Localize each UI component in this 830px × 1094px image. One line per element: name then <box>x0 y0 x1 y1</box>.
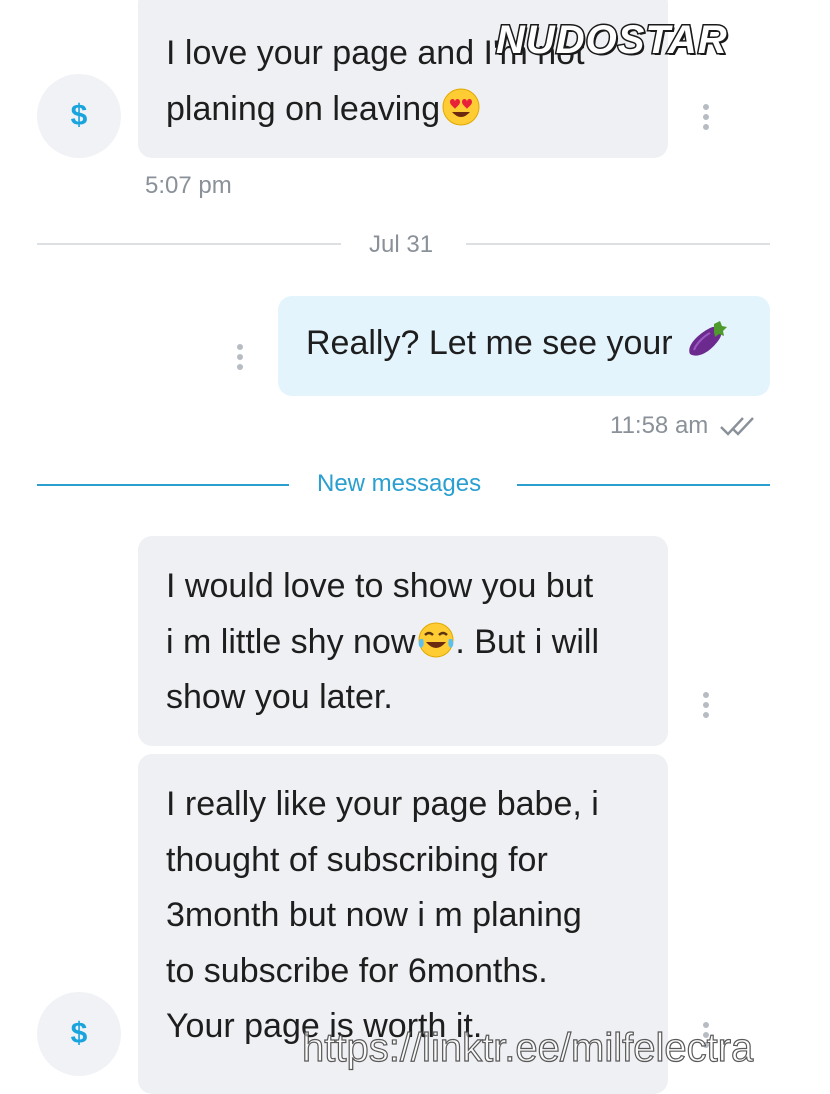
more-vert-icon <box>237 344 243 350</box>
heart-eyes-emoji <box>442 88 480 125</box>
message-options-button[interactable] <box>702 104 710 132</box>
dollar-avatar-icon: $ <box>70 1017 88 1050</box>
new-messages-divider-label: New messages <box>317 470 482 497</box>
message-options-button[interactable] <box>236 344 244 372</box>
message-text-line: 3month but now i m planing <box>166 896 582 934</box>
watermark-url: https://linktr.ee/milfelectra <box>301 1025 754 1070</box>
new-messages-divider-line <box>37 484 289 486</box>
more-vert-icon <box>703 692 709 698</box>
message-timestamp: 5:07 pm <box>145 172 232 199</box>
tears-of-joy-emoji <box>418 622 454 657</box>
more-vert-icon <box>703 104 709 110</box>
message-text-line: Really? Let me see your <box>306 316 770 372</box>
message-timestamp: 11:58 am <box>610 412 761 440</box>
sender-avatar[interactable]: $ <box>37 992 121 1076</box>
message-bubble-incoming[interactable]: I would love to show you but i m little … <box>138 536 668 746</box>
message-bubble-outgoing[interactable]: Really? Let me see your <box>278 296 770 396</box>
new-messages-divider-line <box>517 484 770 486</box>
message-text-line: I really like your page babe, i <box>166 785 599 823</box>
message-text-line: i m little shy now. But i will <box>166 622 599 661</box>
date-divider-line <box>37 243 341 245</box>
message-options-button[interactable] <box>702 692 710 720</box>
message-text-line: I would love to show you but <box>166 567 594 605</box>
date-divider-label: Jul 31 <box>369 231 434 258</box>
date-divider-line <box>466 243 770 245</box>
watermark-logo: NUDOSTAR <box>495 17 729 64</box>
eggplant-emoji <box>689 321 728 356</box>
message-text-line: show you later. <box>166 678 393 716</box>
dollar-avatar-icon: $ <box>70 99 88 132</box>
sender-avatar[interactable]: $ <box>37 74 121 158</box>
message-text-line: planing on leaving <box>166 82 640 138</box>
message-text-line: thought of subscribing for <box>166 840 548 879</box>
double-check-icon <box>720 417 754 436</box>
message-text-line: to subscribe for 6months. <box>166 951 548 990</box>
